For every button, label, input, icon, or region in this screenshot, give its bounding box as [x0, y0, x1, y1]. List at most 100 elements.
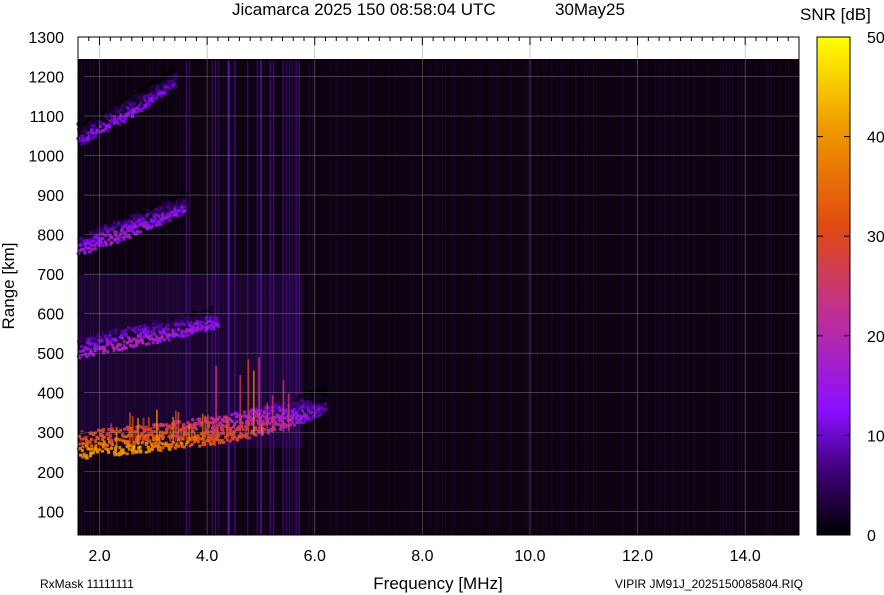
trace-point [209, 327, 213, 331]
spread-column [226, 415, 228, 437]
trace-point [139, 230, 143, 234]
noise-column [510, 60, 512, 536]
spread-column [201, 413, 204, 439]
trace-point [211, 441, 215, 445]
x-axis-title: Frequency [MHz] [373, 574, 502, 593]
chart-title: Jicamarca 2025 150 08:58:04 UTC [232, 0, 496, 19]
trace-point [317, 396, 321, 400]
noise-column [557, 60, 559, 536]
trace-point [134, 225, 138, 229]
trace-point [103, 332, 107, 335]
noise-column [575, 60, 577, 536]
noise-column [729, 60, 731, 536]
trace-point [95, 448, 99, 452]
trace-point [94, 134, 98, 138]
spread-column [287, 393, 290, 432]
x-tick-label: 14.0 [730, 548, 761, 565]
trace-point [136, 328, 140, 331]
rxmask-label: RxMask 11111111 [40, 577, 134, 591]
trace-point [137, 104, 141, 108]
trace-point [326, 389, 330, 393]
trace-point [209, 310, 213, 314]
trace-point [114, 331, 117, 335]
trace-point [177, 444, 180, 448]
noise-column [427, 60, 429, 536]
trace-point [136, 211, 140, 215]
trace-point [324, 408, 328, 412]
noise-column [436, 60, 438, 536]
trace-point [186, 315, 190, 318]
trace-point [92, 239, 96, 243]
trace-point [155, 223, 159, 227]
noise-column [726, 60, 728, 536]
spread-column [129, 412, 131, 446]
y-axis-title: Range [km] [0, 243, 18, 330]
x-tick-label: 6.0 [304, 548, 326, 565]
trace-point [91, 231, 95, 235]
x-tick-label: 10.0 [514, 548, 545, 565]
trace-point [189, 423, 193, 427]
trace-point [161, 446, 165, 450]
spread-column [180, 427, 182, 441]
trace-point [124, 435, 128, 439]
trace-point [122, 340, 126, 344]
trace-point [124, 328, 127, 332]
noise-column [666, 60, 669, 536]
trace-point [169, 73, 173, 77]
trace-point [290, 417, 294, 421]
trace-point [78, 124, 82, 128]
x-tick-labels: 2.0 4.0 6.0 8.0 10.0 12.0 14.0 [88, 548, 760, 565]
trace-point [79, 437, 83, 441]
trace-point [168, 333, 172, 337]
trace-point [291, 402, 295, 405]
noise-column [708, 60, 710, 536]
file-label: VIPIR JM91J_2025150085804.RIQ [615, 577, 803, 591]
noise-column [477, 60, 479, 536]
noise-column [693, 60, 695, 536]
trace-point [117, 348, 121, 352]
trace-point [166, 323, 170, 327]
trace-point [177, 208, 181, 212]
trace-point [159, 339, 163, 343]
trace-point [182, 209, 186, 213]
spread-column [266, 402, 269, 434]
trace-point [91, 334, 95, 338]
trace-point [167, 446, 171, 450]
trace-point [124, 333, 128, 336]
trace-point [80, 336, 84, 340]
trace-point [296, 403, 300, 406]
trace-point [90, 129, 94, 132]
trace-point [210, 305, 214, 309]
trace-point [92, 131, 96, 135]
noise-column [430, 60, 432, 536]
trace-point [177, 323, 181, 327]
trace-point [317, 393, 321, 397]
trace-point [172, 197, 176, 201]
trace-point [148, 86, 152, 89]
trace-point [208, 437, 212, 441]
colorbar-tick-label: 10 [867, 428, 884, 445]
noise-column [495, 60, 497, 536]
trace-point [284, 408, 288, 412]
trace-point [161, 216, 165, 220]
trace-point [155, 335, 159, 339]
trace-point [195, 320, 199, 324]
trace-point [204, 329, 208, 333]
trace-point [87, 246, 91, 250]
trace-point [221, 428, 225, 432]
spread-column [247, 359, 250, 435]
trace-point [182, 200, 186, 204]
noise-column [453, 60, 455, 536]
trace-point [81, 130, 85, 134]
trace-point [230, 413, 234, 417]
trace-point [159, 449, 163, 453]
trace-point [127, 233, 131, 237]
noise-column [587, 60, 589, 536]
trace-point [196, 325, 200, 329]
trace-point [96, 332, 100, 336]
trace-point [101, 129, 105, 132]
trace-point [291, 410, 295, 413]
trace-point [196, 440, 200, 444]
trace-point [140, 325, 144, 329]
trace-point [129, 102, 133, 106]
